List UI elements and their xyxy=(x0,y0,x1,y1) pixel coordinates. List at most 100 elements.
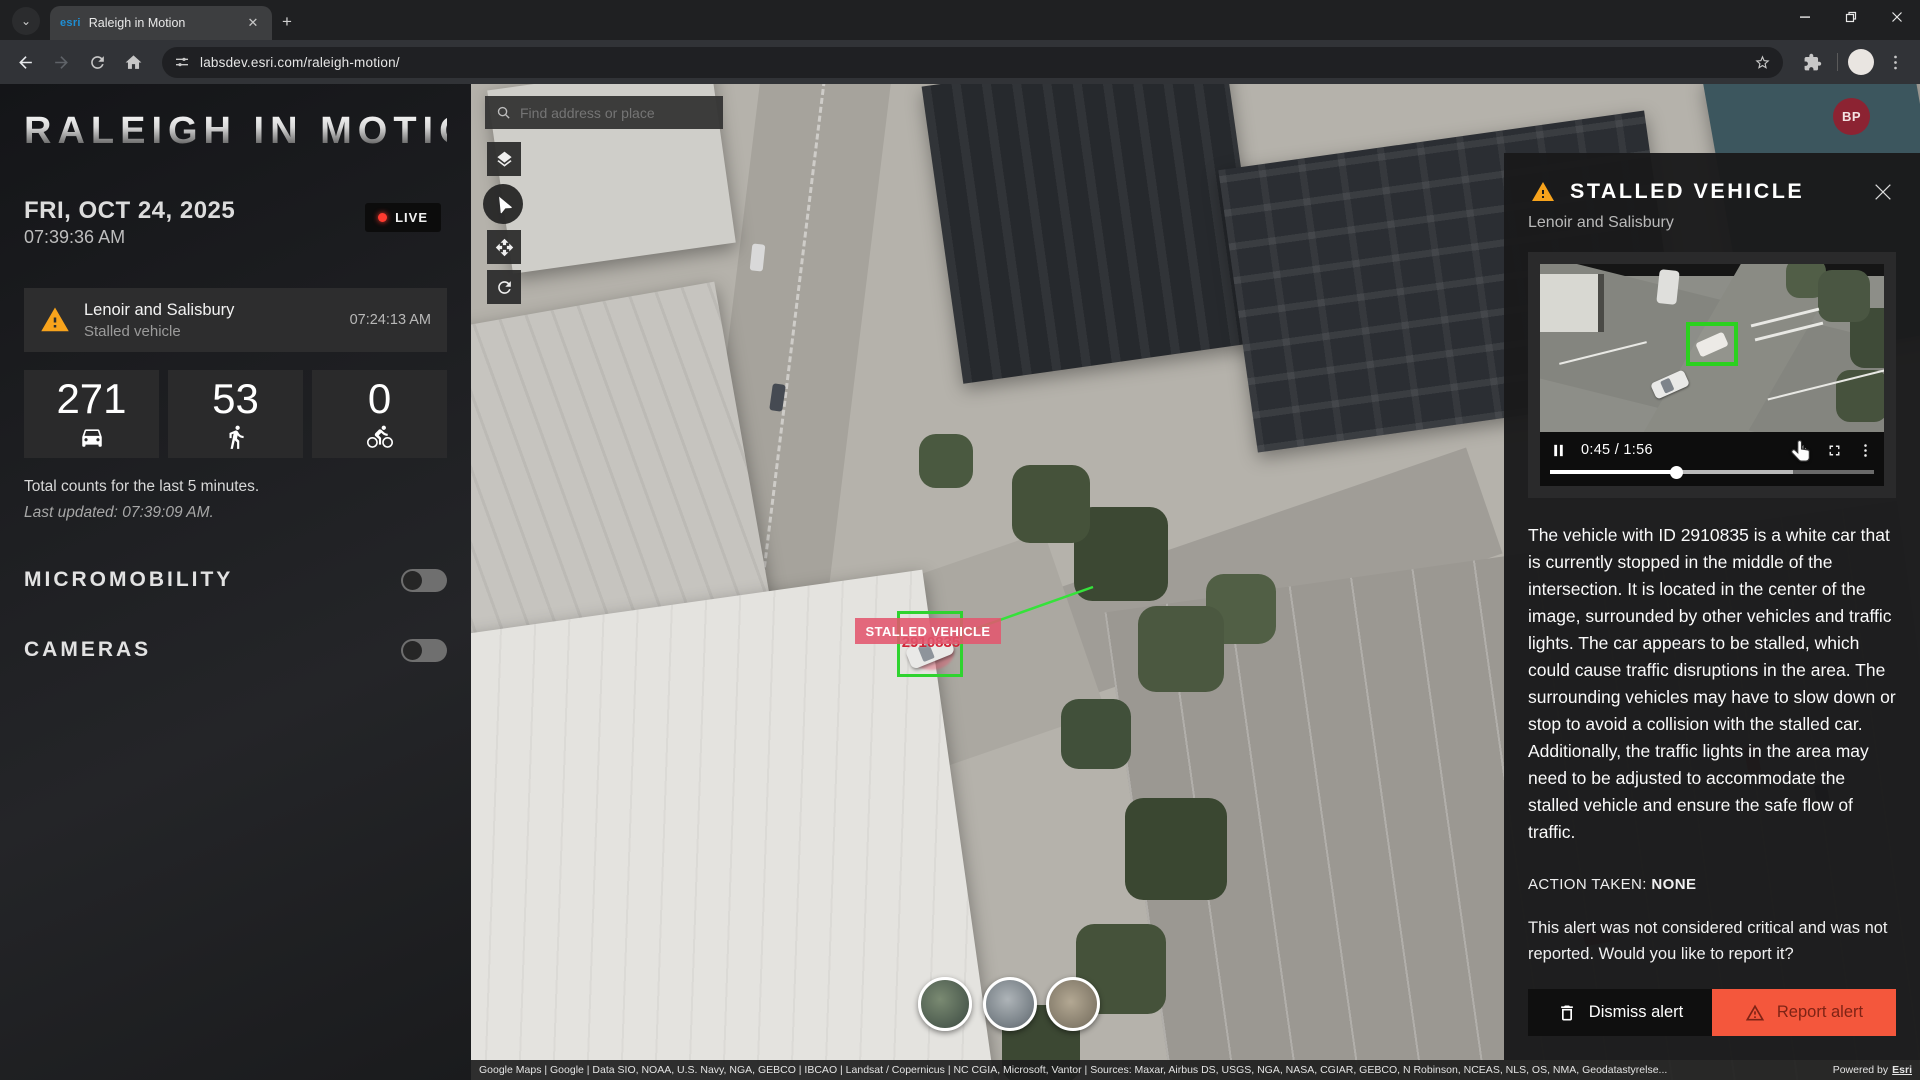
home-icon[interactable] xyxy=(118,47,148,77)
dismiss-alert-label: Dismiss alert xyxy=(1589,1003,1683,1022)
alert-detail-panel: STALLED VEHICLE Lenoir and Salisbury xyxy=(1504,153,1920,1060)
video-progress[interactable] xyxy=(1540,468,1884,486)
new-tab-button[interactable]: + xyxy=(282,12,292,32)
page-title: RALEIGH IN MOTION xyxy=(24,110,447,153)
pedestrian-icon xyxy=(223,424,249,450)
bookmark-star-icon[interactable] xyxy=(1754,54,1771,71)
progress-handle[interactable] xyxy=(1670,466,1683,479)
alert-location: Lenoir and Salisbury xyxy=(84,301,234,320)
cameras-toggle[interactable] xyxy=(401,639,447,662)
alert-event: Stalled vehicle xyxy=(84,323,234,340)
maximize-button[interactable] xyxy=(1828,0,1874,34)
map-search-input[interactable] xyxy=(520,105,712,121)
reload-icon[interactable] xyxy=(82,47,112,77)
mouse-cursor-hand xyxy=(1788,439,1814,465)
browser-tab[interactable]: esri Raleigh in Motion ✕ xyxy=(50,6,272,40)
cameras-row: CAMERAS xyxy=(24,638,447,662)
alert-timestamp: 07:24:13 AM xyxy=(350,312,431,328)
basemap-thumbnail[interactable] xyxy=(983,977,1037,1031)
panel-buttons: Dismiss alert Report alert xyxy=(1528,989,1896,1036)
map-trees xyxy=(471,84,481,94)
report-warning-icon xyxy=(1745,1003,1765,1023)
live-badge: LIVE xyxy=(365,203,441,232)
car-icon xyxy=(79,424,105,450)
extensions-icon[interactable] xyxy=(1797,47,1827,77)
video-controls: 0:45 / 1:56 xyxy=(1540,432,1884,468)
stat-bicycles: 0 xyxy=(312,370,447,458)
profile-avatar[interactable] xyxy=(1848,49,1874,75)
video-player[interactable]: 0:45 / 1:56 xyxy=(1540,264,1884,486)
fullscreen-icon[interactable] xyxy=(1826,442,1843,459)
cameras-label: CAMERAS xyxy=(24,638,151,662)
stat-pedestrians: 53 xyxy=(168,370,303,458)
browser-window: ⌄ esri Raleigh in Motion ✕ + xyxy=(0,0,1920,1080)
stats-row: 271 53 0 xyxy=(24,370,447,458)
micromobility-row: MICROMOBILITY xyxy=(24,568,447,592)
warning-icon xyxy=(40,305,70,335)
browser-toolbar: labsdev.esri.com/raleigh-motion/ xyxy=(0,40,1920,84)
live-dot-icon xyxy=(378,213,387,222)
minimize-button[interactable] xyxy=(1782,0,1828,34)
tab-strip: ⌄ esri Raleigh in Motion ✕ + xyxy=(0,0,1920,40)
site-info-icon[interactable] xyxy=(174,54,190,70)
close-icon[interactable] xyxy=(1872,181,1894,203)
video-building xyxy=(1540,274,1604,332)
close-window-button[interactable] xyxy=(1874,0,1920,34)
datetime-block: FRI, OCT 24, 2025 07:39:36 AM LIVE xyxy=(24,197,447,248)
tab-search-chevron-icon[interactable]: ⌄ xyxy=(12,7,40,35)
stat-vehicles: 271 xyxy=(24,370,159,458)
action-taken-row: ACTION TAKEN: NONE xyxy=(1528,876,1896,893)
report-question: This alert was not considered critical a… xyxy=(1528,915,1896,967)
tab-close-icon[interactable]: ✕ xyxy=(244,14,262,32)
back-icon[interactable] xyxy=(10,47,40,77)
action-taken-label: ACTION TAKEN: xyxy=(1528,876,1647,893)
live-label: LIVE xyxy=(395,210,428,225)
micromobility-toggle[interactable] xyxy=(401,569,447,592)
forward-icon[interactable] xyxy=(46,47,76,77)
compass-tool[interactable] xyxy=(483,184,523,224)
trash-icon xyxy=(1557,1003,1577,1023)
panel-header: STALLED VEHICLE xyxy=(1528,179,1896,204)
video-menu-icon[interactable] xyxy=(1857,442,1874,459)
video-card: 0:45 / 1:56 xyxy=(1528,252,1896,498)
powered-by-text: Powered by xyxy=(1833,1064,1888,1076)
pause-icon[interactable] xyxy=(1550,442,1567,459)
action-taken-value: NONE xyxy=(1651,876,1696,893)
progress-track[interactable] xyxy=(1550,470,1874,474)
warning-icon xyxy=(1528,180,1558,204)
report-alert-button[interactable]: Report alert xyxy=(1712,989,1896,1036)
rotate-tool[interactable] xyxy=(487,270,521,304)
alert-texts: Lenoir and Salisbury Stalled vehicle xyxy=(84,301,234,340)
address-bar[interactable]: labsdev.esri.com/raleigh-motion/ xyxy=(162,47,1783,78)
dismiss-alert-button[interactable]: Dismiss alert xyxy=(1528,989,1712,1036)
layers-icon xyxy=(495,150,514,169)
browser-menu-icon[interactable] xyxy=(1880,47,1910,77)
basemap-thumbnail[interactable] xyxy=(918,977,972,1031)
pan-icon xyxy=(495,238,514,257)
map-search-box[interactable] xyxy=(485,96,723,129)
totals-note: Total counts for the last 5 minutes. xyxy=(24,478,447,496)
page-content: RALEIGH IN MOTION FRI, OCT 24, 2025 07:3… xyxy=(0,84,1920,1080)
video-trees xyxy=(1540,264,1548,272)
alert-list-item[interactable]: Lenoir and Salisbury Stalled vehicle 07:… xyxy=(24,288,447,352)
pedestrian-count: 53 xyxy=(212,378,259,420)
map-building xyxy=(922,84,1266,384)
video-tracking-box xyxy=(1686,322,1738,366)
esri-link[interactable]: Esri xyxy=(1892,1064,1912,1076)
video-frame[interactable] xyxy=(1540,264,1884,432)
alert-description: The vehicle with ID 2910835 is a white c… xyxy=(1528,522,1896,846)
pan-tool[interactable] xyxy=(487,230,521,264)
basemap-thumbnail[interactable] xyxy=(1046,977,1100,1031)
video-car xyxy=(1656,269,1679,305)
compass-icon xyxy=(489,190,516,217)
attribution-text: Google Maps | Google | Data SIO, NOAA, U… xyxy=(479,1064,1667,1076)
panel-subtitle: Lenoir and Salisbury xyxy=(1528,214,1896,232)
user-avatar[interactable]: BP xyxy=(1833,98,1870,135)
last-updated: Last updated: 07:39:09 AM. xyxy=(24,504,447,522)
window-controls xyxy=(1782,0,1920,34)
stalled-vehicle-label: STALLED VEHICLE xyxy=(855,618,1001,644)
panel-title: STALLED VEHICLE xyxy=(1570,179,1804,204)
url-text[interactable]: labsdev.esri.com/raleigh-motion/ xyxy=(200,55,1744,70)
powered-by: Powered by Esri xyxy=(1833,1064,1912,1076)
esri-favicon: esri xyxy=(60,17,81,29)
